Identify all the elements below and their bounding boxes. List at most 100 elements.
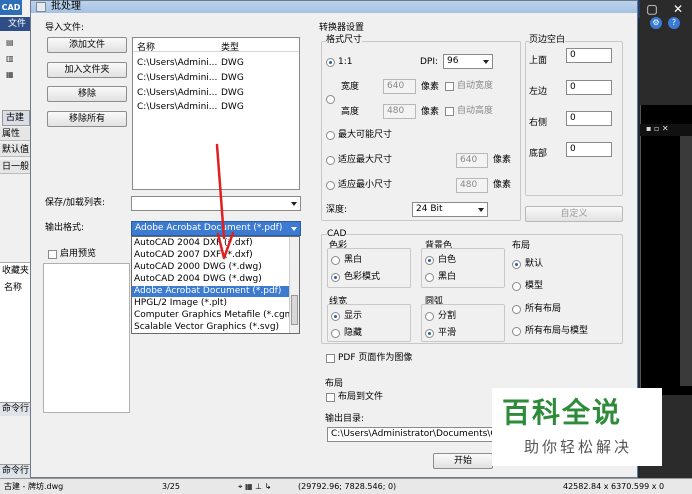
format-option-selected[interactable]: Adobe Acrobat Document (*.pdf) [132, 286, 290, 297]
start-button[interactable]: 开始 [433, 453, 493, 469]
file-type: DWG [221, 73, 244, 83]
margin-right-field[interactable]: 0 [566, 111, 612, 126]
favorites-panel: 收藏夹 名称 [0, 262, 30, 402]
depth-select[interactable]: 24 Bit [412, 202, 488, 217]
arc-smooth-radio[interactable] [425, 329, 434, 338]
layout-default-radio[interactable] [512, 260, 521, 269]
custom-size-radio[interactable] [326, 95, 335, 104]
dpi-select[interactable]: 96 [443, 54, 493, 69]
auto-width-checkbox[interactable] [445, 82, 454, 91]
import-files-label: 导入文件: [45, 23, 85, 33]
max-size-radio[interactable] [326, 131, 335, 140]
fit-max-field[interactable]: 640 [456, 153, 488, 168]
margin-left-field[interactable]: 0 [566, 80, 612, 95]
custom-button[interactable]: 自定义 [525, 206, 623, 222]
scrollbar-thumb[interactable] [291, 295, 298, 325]
margin-bottom-field[interactable]: 0 [566, 142, 612, 157]
color-bw-radio[interactable] [331, 256, 340, 265]
fit-min-field[interactable]: 480 [456, 178, 488, 193]
properties-label: 属性 [0, 127, 30, 141]
fit-min-unit: 像素 [493, 180, 512, 190]
toolbar-icon[interactable]: ▥ [6, 54, 28, 68]
format-option[interactable]: Computer Graphics Metafile (*.cgm) [132, 310, 297, 321]
column-type[interactable]: 类型 [221, 40, 239, 53]
output-format-select[interactable]: Adobe Acrobat Document (*.pdf) [131, 221, 301, 236]
preview-area [43, 263, 130, 413]
layout-all-model-radio[interactable] [512, 327, 521, 336]
format-option[interactable]: Scalable Vector Graphics (*.svg) [132, 322, 290, 333]
output-format-dropdown[interactable]: AutoCAD 2004 DXF (*.dxf) AutoCAD 2007 DX… [131, 236, 300, 334]
background-group [421, 248, 505, 288]
save-load-list-label: 保存/加载列表: [45, 198, 106, 208]
dropdown-scrollbar[interactable] [289, 237, 299, 333]
file-row[interactable]: C:\Users\Admini... DWG [137, 73, 297, 86]
file-list[interactable]: 名称 类型 C:\Users\Admini... DWG C:\Users\Ad… [132, 37, 300, 190]
pdf-as-image-checkbox[interactable] [326, 354, 335, 363]
fit-max-radio[interactable] [326, 156, 335, 165]
pdf-as-image-label: PDF 页面作为图像 [338, 353, 413, 363]
layout-all-label: 所有布局 [525, 304, 562, 314]
file-row[interactable]: C:\Users\Admini... DWG [137, 102, 297, 115]
width-field[interactable]: 640 [383, 79, 416, 94]
bg-white-radio[interactable] [425, 256, 434, 265]
layout-all-radio[interactable] [512, 305, 521, 314]
format-option[interactable]: HPGL/2 Image (*.plt) [132, 298, 290, 309]
help-icon[interactable]: ? [668, 17, 680, 29]
bg-black-label: 黑白 [438, 272, 457, 282]
format-option[interactable]: AutoCAD 2000 DWG (*.dwg) [132, 262, 290, 273]
add-folder-button[interactable]: 加入文件夹 [47, 62, 127, 78]
auto-height-checkbox[interactable] [445, 107, 454, 116]
save-load-list-select[interactable] [131, 196, 301, 211]
margins-label: 页边空白 [529, 35, 566, 46]
layout-model-label: 模型 [525, 281, 544, 291]
layout-all-model-label: 所有布局与模型 [525, 326, 589, 336]
vertical-scrollbar[interactable] [680, 136, 692, 386]
toolbar-icon[interactable]: ▦ [6, 70, 28, 84]
layout-to-file-label: 布局到文件 [338, 392, 384, 402]
auto-width-label: 自动宽度 [457, 81, 494, 91]
format-option[interactable]: AutoCAD 2007 DXF (*.dxf) [132, 250, 290, 261]
margin-top-field[interactable]: 0 [566, 48, 612, 63]
ratio-radio[interactable] [326, 58, 335, 67]
lw-hide-label: 隐藏 [344, 328, 363, 338]
menu-file[interactable]: 文件 [0, 17, 30, 31]
close-icon[interactable]: ✕ [666, 0, 690, 18]
restore-icon[interactable]: ▢ [640, 0, 664, 18]
drawing-tab[interactable]: 古建 [2, 110, 30, 126]
width-unit: 像素 [421, 82, 440, 92]
format-option[interactable]: AutoCAD 2004 DWG (*.dwg) [132, 274, 290, 285]
status-bar: 古建 - 牌坊.dwg 3/25 ⌖ ▦ ⊥ ↳ (29792.96; 7828… [0, 478, 692, 494]
lw-show-radio[interactable] [331, 312, 340, 321]
status-tools-icon[interactable]: ⌖ ▦ ⊥ ↳ [238, 479, 271, 494]
layout-to-file-checkbox[interactable] [326, 393, 335, 402]
lw-hide-radio[interactable] [331, 329, 340, 338]
height-unit: 像素 [421, 107, 440, 117]
margin-top-label: 上面 [529, 56, 548, 66]
file-row[interactable]: C:\Users\Admini... DWG [137, 58, 297, 71]
column-name[interactable]: 名称 [137, 40, 155, 53]
file-row[interactable]: C:\Users\Admini... DWG [137, 88, 297, 101]
remove-all-button[interactable]: 移除所有 [47, 111, 127, 127]
add-file-button[interactable]: 添加文件 [47, 37, 127, 53]
color-mode-radio[interactable] [331, 273, 340, 282]
format-option[interactable]: AutoCAD 2004 DXF (*.dxf) [132, 238, 290, 249]
cad-logo: CAD [0, 0, 22, 15]
bg-black-radio[interactable] [425, 273, 434, 282]
group-label[interactable]: 日一般 [0, 160, 30, 174]
file-name: C:\Users\Admini... [137, 102, 218, 112]
layout-section-label: 布局 [325, 379, 344, 389]
dpi-value: 96 [447, 56, 459, 66]
toolbar-icon[interactable]: ▤ [6, 38, 28, 52]
settings-icon[interactable]: ⚙ [650, 17, 662, 29]
height-label: 高度 [341, 107, 360, 117]
max-size-label: 最大可能尺寸 [338, 130, 393, 140]
layout-model-radio[interactable] [512, 282, 521, 291]
ratio-label: 1:1 [338, 57, 353, 67]
height-field[interactable]: 480 [383, 104, 416, 119]
enable-preview-checkbox[interactable] [48, 250, 57, 259]
dialog-title-bar[interactable]: 批处理 [31, 1, 637, 13]
dialog-app-icon [36, 2, 46, 12]
arc-split-radio[interactable] [425, 312, 434, 321]
remove-button[interactable]: 移除 [47, 86, 127, 102]
fit-min-radio[interactable] [326, 181, 335, 190]
